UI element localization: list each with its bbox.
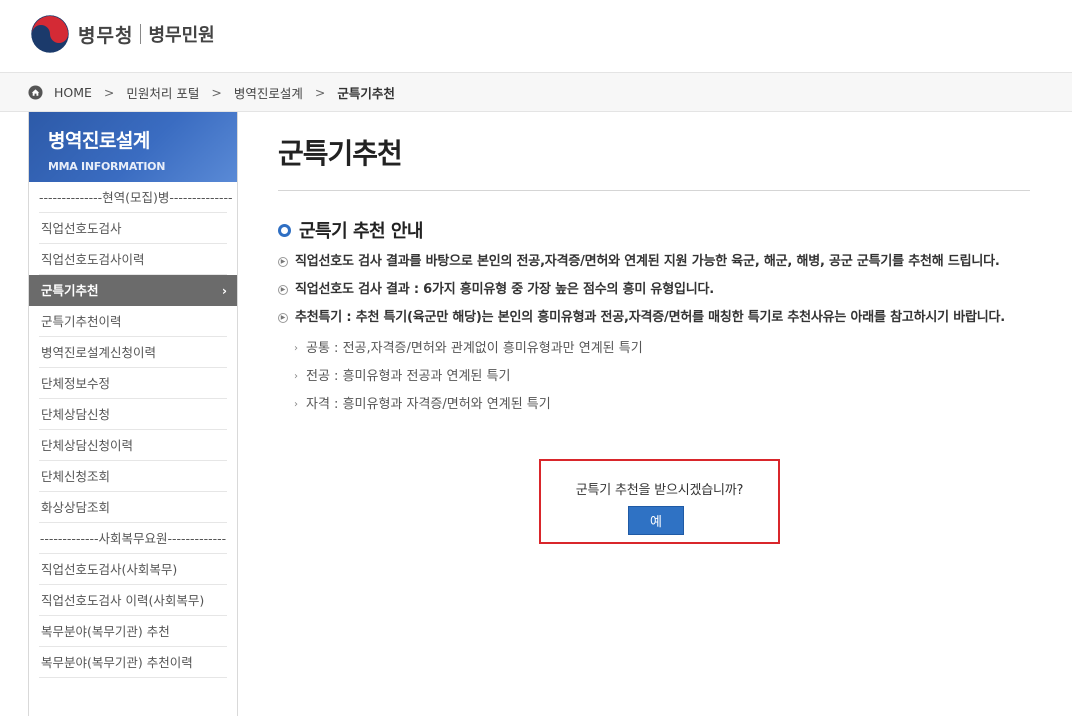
- list-item: ▶ 직업선호도 검사 결과를 바탕으로 본인의 전공,자격증/면허와 연계된 지…: [278, 251, 1030, 273]
- logo-divider: [140, 24, 142, 44]
- breadcrumb-career-design[interactable]: 병역진로설계: [234, 83, 303, 102]
- reason-list: › 공통 : 전공,자격증/면허와 관계없이 흥미유형과만 연계된 특기 › 전…: [278, 335, 1030, 419]
- guide-list: ▶ 직업선호도 검사 결과를 바탕으로 본인의 전공,자격증/면허와 연계된 지…: [278, 251, 1030, 329]
- chevron-right-icon: ›: [221, 283, 227, 298]
- reason-text: 공통 : 전공,자격증/면허와 관계없이 흥미유형과만 연계된 특기: [306, 341, 643, 356]
- sidebar-item-service-field-history[interactable]: 복무분야(복무기관) 추천이력: [39, 647, 227, 678]
- recommend-confirm-box: 군특기 추천을 받으시겠습니까? 예: [539, 459, 780, 544]
- sidebar-item-group-info-edit[interactable]: 단체정보수정: [39, 368, 227, 399]
- breadcrumb-separator: >: [103, 84, 115, 100]
- confirm-question: 군특기 추천을 받으시겠습니까?: [575, 483, 744, 498]
- sidebar: 병역진로설계 MMA INFORMATION --------------현역(…: [28, 112, 238, 716]
- sidebar-item-group-application-lookup[interactable]: 단체신청조회: [39, 461, 227, 492]
- sidebar-divider-active-duty: --------------현역(모집)병--------------: [39, 182, 233, 213]
- sidebar-item-group-counsel-apply[interactable]: 단체상담신청: [39, 399, 227, 430]
- guide-text: 추천특기 : 추천 특기(육군만 해당)는 본인의 흥미유형과 전공,자격증/면…: [295, 310, 1006, 325]
- home-icon[interactable]: [28, 84, 43, 100]
- section-header: 군특기 추천 안내: [278, 217, 1030, 243]
- sidebar-item-job-preference-history-social[interactable]: 직업선호도검사 이력(사회복무): [39, 585, 227, 616]
- breadcrumb: HOME > 민원처리 포털 > 병역진로설계 > 군특기추천: [0, 72, 1072, 112]
- breadcrumb-separator: >: [211, 84, 222, 100]
- sidebar-item-job-preference-history[interactable]: 직업선호도검사이력: [39, 244, 227, 275]
- list-item: ▶ 추천특기 : 추천 특기(육군만 해당)는 본인의 흥미유형과 전공,자격증…: [278, 307, 1030, 329]
- caret-right-icon: ›: [294, 399, 298, 410]
- sidebar-item-specialty-history[interactable]: 군특기추천이력: [39, 306, 227, 337]
- breadcrumb-home[interactable]: HOME: [54, 85, 92, 100]
- section-title: 군특기 추천 안내: [299, 221, 423, 242]
- list-item: › 전공 : 흥미유형과 전공과 연계된 특기: [278, 363, 1030, 391]
- arrow-circle-icon: ▶: [278, 285, 288, 295]
- reason-text: 전공 : 흥미유형과 전공과 연계된 특기: [306, 369, 511, 384]
- arrow-circle-icon: ▶: [278, 257, 288, 267]
- org-name: 병무청: [78, 24, 134, 47]
- sidebar-item-label: 군특기추천: [41, 283, 99, 298]
- page-title: 군특기추천: [278, 137, 403, 170]
- breadcrumb-separator: >: [314, 84, 326, 100]
- sidebar-item-career-application-history[interactable]: 병역진로설계신청이력: [39, 337, 227, 368]
- sidebar-item-job-preference-test[interactable]: 직업선호도검사: [39, 213, 227, 244]
- sidebar-item-job-preference-test-social[interactable]: 직업선호도검사(사회복무): [39, 554, 227, 585]
- title-divider: [278, 190, 1030, 191]
- service-name: 병무민원: [148, 25, 215, 46]
- sidebar-header: 병역진로설계 MMA INFORMATION: [29, 112, 237, 182]
- sidebar-item-group-counsel-history[interactable]: 단체상담신청이력: [39, 430, 227, 461]
- breadcrumb-current: 군특기추천: [337, 85, 395, 101]
- main-content: 군특기추천 군특기 추천 안내 ▶ 직업선호도 검사 결과를 바탕으로 본인의 …: [278, 112, 1030, 419]
- arrow-circle-icon: ▶: [278, 313, 288, 323]
- circle-bullet-icon: [278, 223, 291, 237]
- list-item: ▶ 직업선호도 검사 결과 : 6가지 흥미유형 중 가장 높은 점수의 흥미 …: [278, 279, 1030, 301]
- site-header: 병무청 병무민원: [0, 0, 1072, 72]
- sidebar-divider-social-service: -------------사회복무요원-------------: [39, 523, 227, 554]
- sidebar-subtitle: MMA INFORMATION: [48, 160, 166, 173]
- sidebar-item-specialty-recommend[interactable]: 군특기추천 ›: [29, 275, 237, 306]
- mma-logo[interactable]: 병무청 병무민원: [30, 14, 215, 54]
- sidebar-item-video-counsel-lookup[interactable]: 화상상담조회: [39, 492, 227, 523]
- sidebar-menu: --------------현역(모집)병-------------- 직업선호…: [29, 182, 237, 678]
- caret-right-icon: ›: [294, 371, 298, 382]
- sidebar-item-service-field-recommend[interactable]: 복무분야(복무기관) 추천: [39, 616, 227, 647]
- breadcrumb-portal[interactable]: 민원처리 포털: [126, 83, 199, 102]
- list-item: › 자격 : 흥미유형과 자격증/면허와 연계된 특기: [278, 391, 1030, 419]
- guide-text: 직업선호도 검사 결과를 바탕으로 본인의 전공,자격증/면허와 연계된 지원 …: [295, 254, 1000, 269]
- list-item: › 공통 : 전공,자격증/면허와 관계없이 흥미유형과만 연계된 특기: [278, 335, 1030, 363]
- guide-text: 직업선호도 검사 결과 : 6가지 흥미유형 중 가장 높은 점수의 흥미 유형…: [295, 282, 714, 297]
- sidebar-title: 병역진로설계: [48, 130, 150, 152]
- reason-text: 자격 : 흥미유형과 자격증/면허와 연계된 특기: [306, 397, 551, 412]
- yes-button[interactable]: 예: [628, 506, 684, 535]
- caret-right-icon: ›: [294, 343, 298, 354]
- taegeuk-logo-icon: [30, 14, 70, 54]
